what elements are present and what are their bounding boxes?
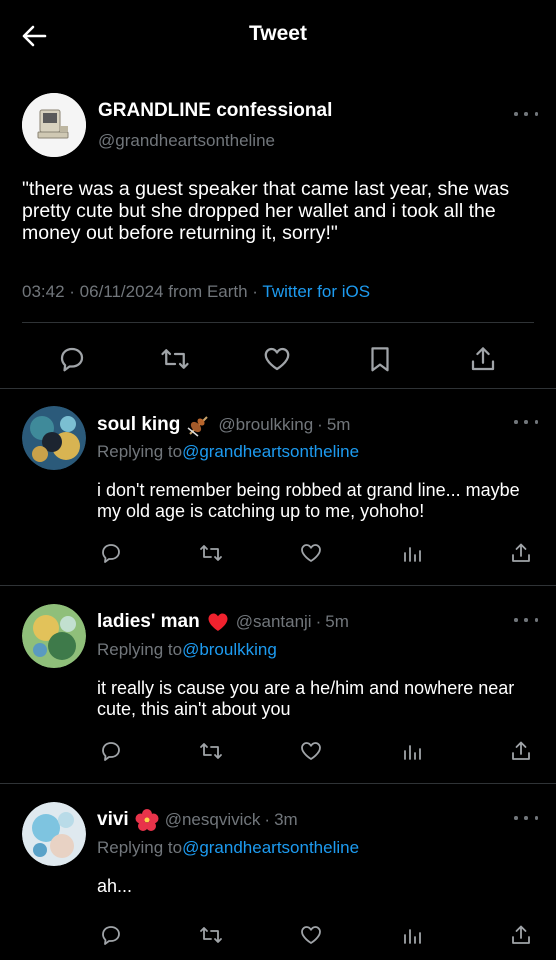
replying-label: Replying to bbox=[97, 640, 183, 659]
analytics-icon[interactable] bbox=[399, 922, 425, 948]
tweet-text: "there was a guest speaker that came las… bbox=[22, 178, 510, 244]
more-options-icon[interactable] bbox=[514, 109, 538, 119]
more-options-icon[interactable] bbox=[514, 813, 538, 823]
reply-actions bbox=[0, 734, 556, 774]
replying-to: Replying to@grandheartsontheline bbox=[97, 442, 359, 462]
reply-tweet[interactable]: vivi @nesqvivick · 3m Replying to@grandhea… bbox=[0, 784, 556, 960]
reply-icon[interactable] bbox=[56, 343, 88, 375]
share-icon[interactable] bbox=[467, 343, 499, 375]
author-name[interactable]: GRANDLINE confessional bbox=[98, 100, 332, 122]
reply-tweet[interactable]: soul king @broulkking · 5m Replying to@gra… bbox=[0, 388, 556, 586]
like-icon[interactable] bbox=[261, 343, 293, 375]
avatar[interactable] bbox=[22, 93, 86, 157]
reply-time: 5m bbox=[326, 415, 351, 434]
reply-icon[interactable] bbox=[98, 922, 124, 948]
share-icon[interactable] bbox=[508, 540, 534, 566]
header-bar: Tweet bbox=[0, 0, 556, 70]
author-name[interactable]: ladies' man bbox=[97, 611, 200, 633]
author-name[interactable]: vivi bbox=[97, 809, 129, 831]
replying-label: Replying to bbox=[97, 442, 183, 461]
like-icon[interactable] bbox=[298, 738, 324, 764]
share-icon[interactable] bbox=[508, 738, 534, 764]
violin-icon bbox=[186, 412, 212, 438]
author-handle[interactable]: @broulkking bbox=[218, 415, 313, 435]
replying-to-link[interactable]: @grandheartsontheline bbox=[182, 442, 359, 461]
tweet-date: 06/11/2024 bbox=[79, 282, 164, 301]
analytics-icon[interactable] bbox=[399, 738, 425, 764]
replying-to-link[interactable]: @grandheartsontheline bbox=[182, 838, 359, 857]
like-icon[interactable] bbox=[298, 540, 324, 566]
avatar[interactable] bbox=[22, 406, 86, 470]
reply-icon[interactable] bbox=[98, 738, 124, 764]
like-icon[interactable] bbox=[298, 922, 324, 948]
bookmark-icon[interactable] bbox=[364, 343, 396, 375]
share-icon[interactable] bbox=[508, 922, 534, 948]
divider bbox=[22, 322, 534, 323]
reply-header: ladies' man @santanji · 5m bbox=[97, 610, 349, 634]
tweet-location: from Earth bbox=[168, 282, 248, 301]
tweet-actions bbox=[0, 333, 556, 383]
analytics-icon[interactable] bbox=[399, 540, 425, 566]
reply-text: ah... bbox=[97, 876, 133, 896]
replying-to: Replying to@grandheartsontheline bbox=[97, 838, 359, 858]
reply-header: soul king @broulkking · 5m bbox=[97, 412, 350, 438]
reply-actions bbox=[0, 918, 556, 958]
replying-label: Replying to bbox=[97, 838, 183, 857]
reply-icon[interactable] bbox=[98, 540, 124, 566]
tweet-meta: 03:42 · 06/11/2024 from Earth · Twitter … bbox=[22, 282, 371, 301]
reply-header: vivi @nesqvivick · 3m bbox=[97, 808, 298, 832]
replying-to: Replying to@broulkking bbox=[97, 640, 277, 660]
heart-icon bbox=[206, 610, 230, 634]
reply-time: 3m bbox=[274, 810, 298, 829]
author-handle[interactable]: @grandheartsontheline bbox=[98, 131, 275, 151]
reply-tweet[interactable]: ladies' man @santanji · 5m Replying to@bro… bbox=[0, 586, 556, 784]
replying-to-link[interactable]: @broulkking bbox=[182, 640, 277, 659]
tweet-time: 03:42 bbox=[22, 282, 65, 301]
retweet-icon[interactable] bbox=[159, 343, 191, 375]
reply-text: i don't remember being robbed at grand l… bbox=[97, 480, 520, 521]
tweet-source[interactable]: Twitter for iOS bbox=[262, 282, 370, 301]
avatar[interactable] bbox=[22, 802, 86, 866]
retweet-icon[interactable] bbox=[198, 540, 224, 566]
retweet-icon[interactable] bbox=[198, 922, 224, 948]
reply-text: it really is cause you are a he/him and … bbox=[97, 678, 515, 719]
author-handle[interactable]: @santanji bbox=[236, 612, 312, 632]
retweet-icon[interactable] bbox=[198, 738, 224, 764]
avatar[interactable] bbox=[22, 604, 86, 668]
more-options-icon[interactable] bbox=[514, 417, 538, 427]
author-handle[interactable]: @nesqvivick bbox=[165, 810, 261, 830]
more-options-icon[interactable] bbox=[514, 615, 538, 625]
hibiscus-icon bbox=[135, 808, 159, 832]
reply-time: 5m bbox=[325, 612, 349, 631]
author-name[interactable]: soul king bbox=[97, 414, 180, 436]
reply-actions bbox=[0, 536, 556, 576]
page-title: Tweet bbox=[249, 22, 307, 45]
